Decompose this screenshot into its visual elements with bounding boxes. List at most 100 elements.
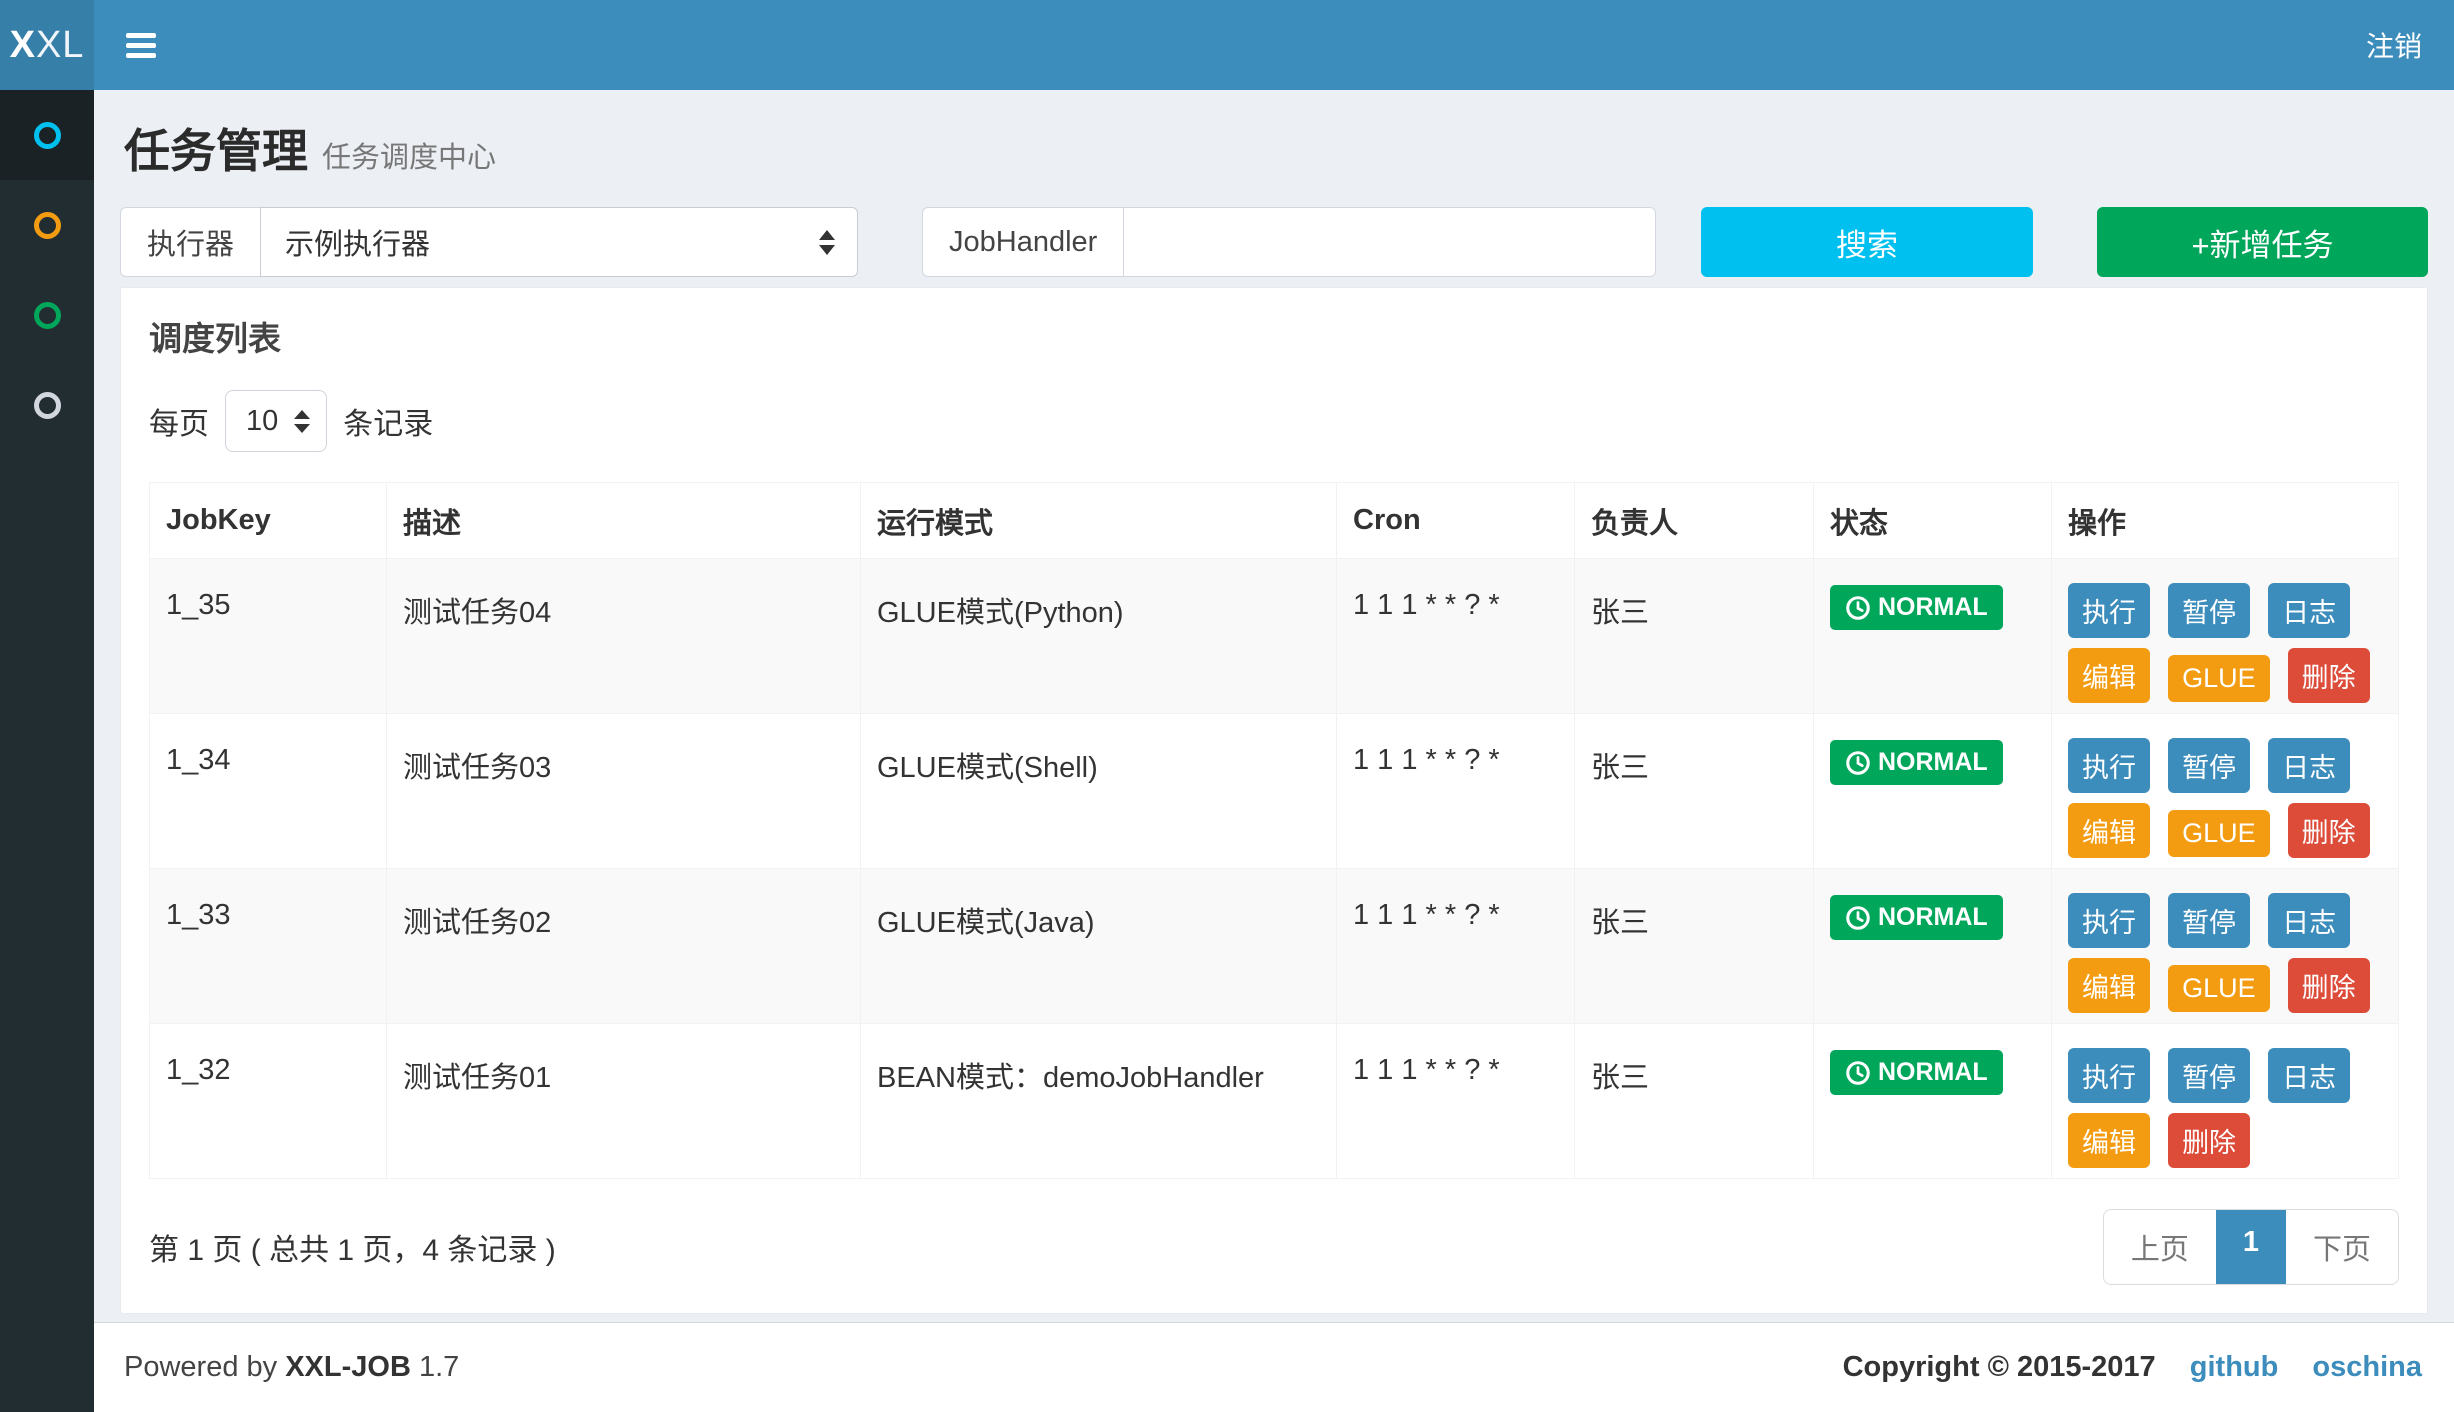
app-root: XXL 注销 任务管理任务调度中心 执行器 xyxy=(0,0,2454,1412)
glue-button[interactable]: GLUE xyxy=(2168,810,2270,857)
cell-mode: GLUE模式(Python) xyxy=(861,559,1337,714)
logout-link[interactable]: 注销 xyxy=(2366,25,2422,65)
cell-actions: 执行 暂停 日志 编辑 删除 xyxy=(2052,1024,2399,1179)
cell-status: NORMAL xyxy=(1814,559,2052,714)
pause-button[interactable]: 暂停 xyxy=(2168,1048,2250,1103)
page-size-prefix: 每页 xyxy=(149,399,209,443)
sidebar xyxy=(0,90,94,1412)
cell-status: NORMAL xyxy=(1814,714,2052,869)
panel-title: 调度列表 xyxy=(149,312,2399,360)
col-mode: 运行模式 xyxy=(861,483,1337,559)
add-job-button[interactable]: +新增任务 xyxy=(2097,207,2428,277)
content-header: 任务管理任务调度中心 xyxy=(94,90,2454,207)
cell-owner: 张三 xyxy=(1575,869,1814,1024)
edit-button[interactable]: 编辑 xyxy=(2068,648,2150,703)
delete-button[interactable]: 删除 xyxy=(2288,958,2370,1013)
cell-actions: 执行 暂停 日志 编辑 GLUE 删除 xyxy=(2052,869,2399,1024)
logo-text: XL xyxy=(36,24,84,67)
status-badge: NORMAL xyxy=(1830,585,2003,630)
run-button[interactable]: 执行 xyxy=(2068,583,2150,638)
log-button[interactable]: 日志 xyxy=(2268,1048,2350,1103)
jobs-table: JobKey 描述 运行模式 Cron 负责人 状态 操作 1_35 测试任务0… xyxy=(149,482,2399,1179)
run-button[interactable]: 执行 xyxy=(2068,1048,2150,1103)
executor-label: 执行器 xyxy=(120,207,260,277)
edit-button[interactable]: 编辑 xyxy=(2068,1113,2150,1168)
glue-button[interactable]: GLUE xyxy=(2168,655,2270,702)
cell-mode: GLUE模式(Java) xyxy=(861,869,1337,1024)
page-subtitle: 任务调度中心 xyxy=(322,142,496,174)
cell-cron: 1 1 1 * * ? * xyxy=(1337,869,1575,1024)
top-navbar: XXL 注销 xyxy=(0,0,2454,90)
delete-button[interactable]: 删除 xyxy=(2288,648,2370,703)
run-button[interactable]: 执行 xyxy=(2068,893,2150,948)
copyright-text: Copyright © 2015-2017 xyxy=(1843,1351,2156,1383)
table-row: 1_34 测试任务03 GLUE模式(Shell) 1 1 1 * * ? * … xyxy=(150,714,2399,869)
sidebar-item-4[interactable] xyxy=(0,360,94,450)
edit-button[interactable]: 编辑 xyxy=(2068,958,2150,1013)
col-jobkey: JobKey xyxy=(150,483,387,559)
clock-icon xyxy=(1845,1060,1871,1086)
cell-description: 测试任务01 xyxy=(387,1024,861,1179)
log-button[interactable]: 日志 xyxy=(2268,738,2350,793)
product-name: XXL-JOB xyxy=(285,1351,411,1383)
cell-jobkey: 1_34 xyxy=(150,714,387,869)
footer-right: Copyright © 2015-2017 github oschina xyxy=(1843,1351,2422,1384)
pagination-summary: 第 1 页 ( 总共 1 页，4 条记录 ) xyxy=(149,1225,556,1269)
select-arrows-icon xyxy=(294,410,310,433)
next-page-button[interactable]: 下页 xyxy=(2286,1210,2398,1284)
app-logo[interactable]: XXL xyxy=(0,0,94,90)
delete-button[interactable]: 删除 xyxy=(2288,803,2370,858)
cell-mode: GLUE模式(Shell) xyxy=(861,714,1337,869)
jobhandler-input[interactable] xyxy=(1123,207,1656,277)
col-description: 描述 xyxy=(387,483,861,559)
sidebar-item-3[interactable] xyxy=(0,270,94,360)
table-row: 1_35 测试任务04 GLUE模式(Python) 1 1 1 * * ? *… xyxy=(150,559,2399,714)
cell-jobkey: 1_33 xyxy=(150,869,387,1024)
circle-icon xyxy=(34,392,61,419)
github-link[interactable]: github xyxy=(2190,1351,2279,1383)
sidebar-item-job-manage[interactable] xyxy=(0,90,94,180)
hamburger-menu-icon[interactable] xyxy=(126,33,156,58)
page-size-suffix: 条记录 xyxy=(343,399,433,443)
clock-icon xyxy=(1845,905,1871,931)
main-content: 任务管理任务调度中心 执行器 示例执行器 JobHandler 搜索 +新增任务… xyxy=(94,90,2454,1314)
run-button[interactable]: 执行 xyxy=(2068,738,2150,793)
sidebar-item-2[interactable] xyxy=(0,180,94,270)
table-row: 1_33 测试任务02 GLUE模式(Java) 1 1 1 * * ? * 张… xyxy=(150,869,2399,1024)
cell-status: NORMAL xyxy=(1814,1024,2052,1179)
select-arrows-icon xyxy=(819,230,835,255)
search-button[interactable]: 搜索 xyxy=(1701,207,2033,277)
pause-button[interactable]: 暂停 xyxy=(2168,893,2250,948)
cell-description: 测试任务04 xyxy=(387,559,861,714)
page-1-button[interactable]: 1 xyxy=(2216,1210,2286,1284)
oschina-link[interactable]: oschina xyxy=(2312,1351,2422,1383)
prev-page-button[interactable]: 上页 xyxy=(2104,1210,2216,1284)
jobhandler-filter-group: JobHandler xyxy=(922,207,1656,277)
table-header-row: JobKey 描述 运行模式 Cron 负责人 状态 操作 xyxy=(150,483,2399,559)
footer: Powered by XXL-JOB 1.7 Copyright © 2015-… xyxy=(94,1322,2454,1412)
page-size-select[interactable]: 10 xyxy=(225,390,327,452)
page-size-value: 10 xyxy=(246,405,278,438)
cell-cron: 1 1 1 * * ? * xyxy=(1337,559,1575,714)
cell-owner: 张三 xyxy=(1575,559,1814,714)
pause-button[interactable]: 暂停 xyxy=(2168,583,2250,638)
delete-button[interactable]: 删除 xyxy=(2168,1113,2250,1168)
cell-jobkey: 1_35 xyxy=(150,559,387,714)
col-owner: 负责人 xyxy=(1575,483,1814,559)
log-button[interactable]: 日志 xyxy=(2268,583,2350,638)
navbar: 注销 xyxy=(94,0,2454,90)
executor-select[interactable]: 示例执行器 xyxy=(260,207,858,277)
cell-jobkey: 1_32 xyxy=(150,1024,387,1179)
cell-actions: 执行 暂停 日志 编辑 GLUE 删除 xyxy=(2052,559,2399,714)
page-size-control: 每页 10 条记录 xyxy=(149,390,2399,452)
cell-mode: BEAN模式：demoJobHandler xyxy=(861,1024,1337,1179)
product-version: 1.7 xyxy=(419,1351,459,1383)
cell-cron: 1 1 1 * * ? * xyxy=(1337,1024,1575,1179)
jobhandler-label: JobHandler xyxy=(922,207,1123,277)
glue-button[interactable]: GLUE xyxy=(2168,965,2270,1012)
table-row: 1_32 测试任务01 BEAN模式：demoJobHandler 1 1 1 … xyxy=(150,1024,2399,1179)
log-button[interactable]: 日志 xyxy=(2268,893,2350,948)
status-badge: NORMAL xyxy=(1830,895,2003,940)
edit-button[interactable]: 编辑 xyxy=(2068,803,2150,858)
pause-button[interactable]: 暂停 xyxy=(2168,738,2250,793)
